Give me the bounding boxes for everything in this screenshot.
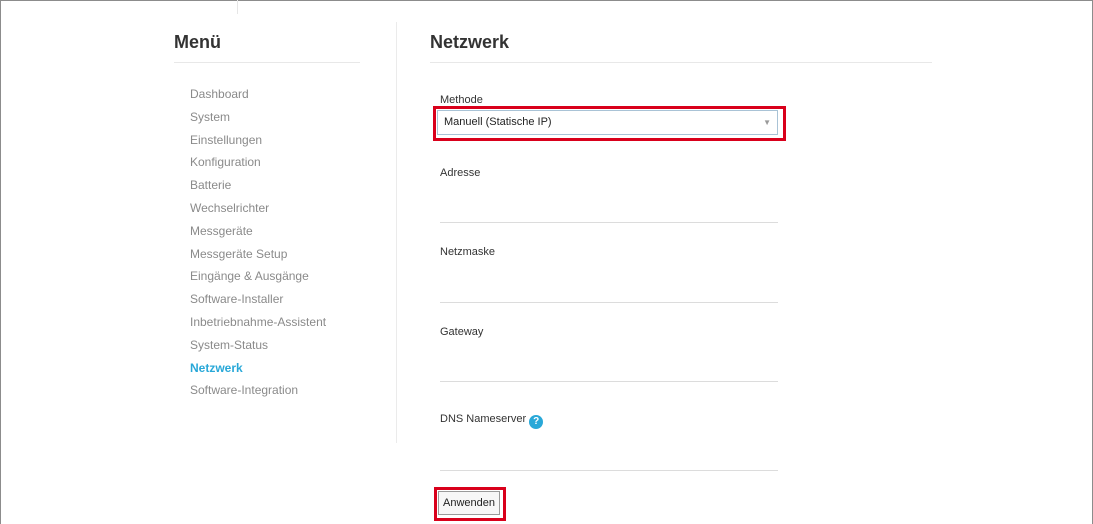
window-frame-top [0, 0, 1093, 1]
netmask-label: Netzmaske [440, 246, 496, 258]
question-circle-icon[interactable]: ? [529, 415, 544, 429]
dns-label: DNS Nameserver [440, 413, 527, 425]
sidebar-item-wechselrichter[interactable]: Wechselrichter [190, 199, 360, 222]
sidebar-item-netzwerk[interactable]: Netzwerk [190, 359, 360, 382]
dns-nameserver-input[interactable] [440, 448, 778, 471]
column-divider [396, 22, 397, 443]
sidebar-item-messgeräte-setup[interactable]: Messgeräte Setup [190, 245, 360, 268]
page-title: Netzwerk [430, 32, 510, 52]
sidebar-item-konfiguration[interactable]: Konfiguration [190, 153, 360, 176]
sidebar-title: Menü [174, 32, 221, 52]
apply-button[interactable]: Anwenden [438, 491, 500, 515]
header-tick-divider [237, 0, 238, 14]
title-divider [430, 62, 932, 63]
sidebar-item-messgeräte[interactable]: Messgeräte [190, 222, 360, 245]
method-label: Methode [440, 94, 483, 106]
sidebar-item-system[interactable]: System [190, 108, 360, 131]
dns-label-row: DNS Nameserver? [440, 412, 544, 429]
address-label: Adresse [440, 167, 481, 179]
gateway-label: Gateway [440, 326, 484, 338]
gateway-input[interactable] [440, 359, 778, 382]
sidebar-item-dashboard[interactable]: Dashboard [190, 85, 360, 108]
sidebar-item-eingänge-ausgänge[interactable]: Eingänge & Ausgänge [190, 267, 360, 290]
sidebar-item-inbetriebnahme-assistent[interactable]: Inbetriebnahme-Assistent [190, 313, 360, 336]
address-input[interactable] [440, 200, 778, 223]
sidebar-item-einstellungen[interactable]: Einstellungen [190, 131, 360, 154]
method-select-value: Manuell (Statische IP) [444, 116, 552, 128]
sidebar-divider [174, 62, 360, 63]
sidebar-item-software-integration[interactable]: Software-Integration [190, 381, 360, 404]
sidebar-item-batterie[interactable]: Batterie [190, 176, 360, 199]
triangle-down-icon: ▼ [763, 118, 771, 127]
method-select[interactable]: Manuell (Statische IP) ▼ [437, 110, 778, 135]
sidebar-menu: Dashboard System Einstellungen Konfiguratio… [190, 85, 360, 404]
sidebar-item-software-installer[interactable]: Software-Installer [190, 290, 360, 313]
netmask-input[interactable] [440, 280, 778, 303]
sidebar-item-system-status[interactable]: System-Status [190, 336, 360, 359]
window-frame-left [0, 0, 1, 524]
